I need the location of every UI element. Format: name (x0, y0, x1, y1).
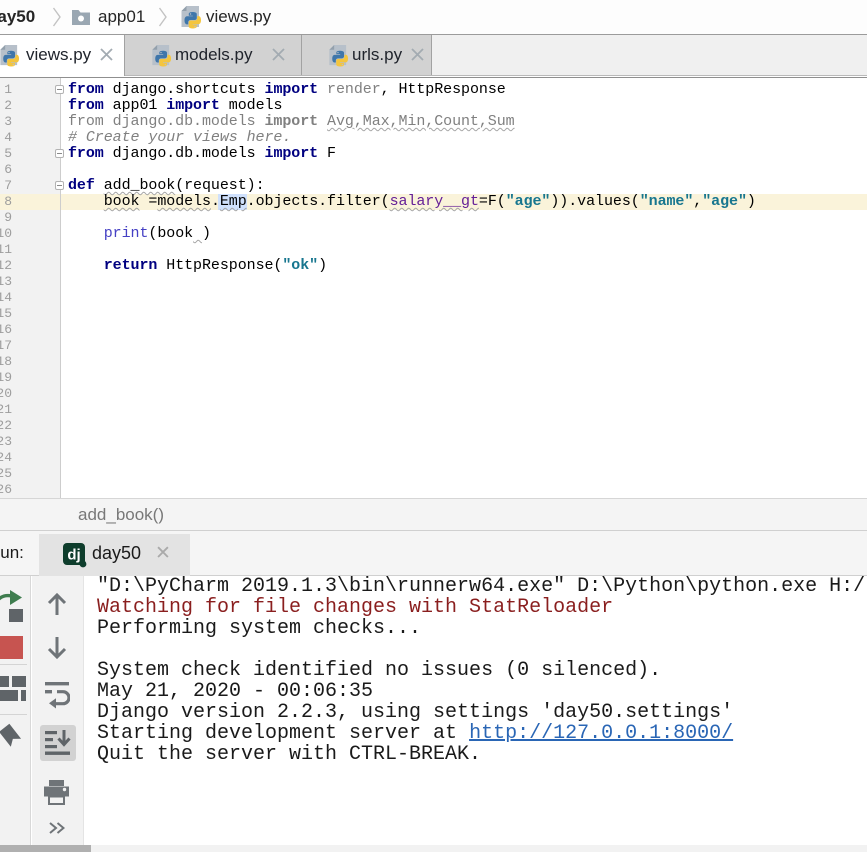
svg-text:dj: dj (67, 547, 80, 564)
